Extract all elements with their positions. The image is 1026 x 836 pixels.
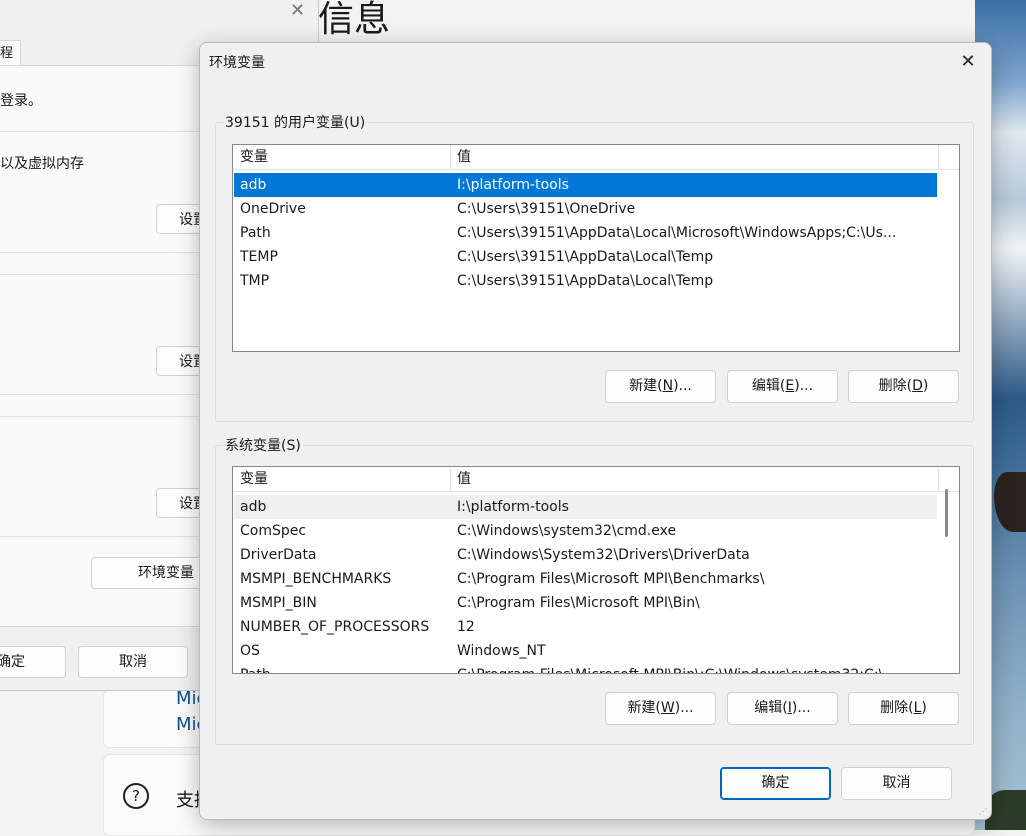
user-variables-label-key: (U) [344,115,366,131]
variable-value: Windows_NT [457,643,546,659]
title-bar[interactable]: 环境变量 ✕ [200,43,991,81]
btn-key: N [662,378,674,394]
variable-name: MSMPI_BENCHMARKS [240,571,392,587]
list-item[interactable]: MSMPI_BIN C:\Program Files\Microsoft MPI… [234,591,937,615]
btn-tail: )... [791,700,811,716]
list-item[interactable]: DriverData C:\Windows\System32\Drivers\D… [234,543,937,567]
system-variables-label-text: 系统变量 [225,438,281,454]
list-item[interactable]: MSMPI_BENCHMARKS C:\Program Files\Micros… [234,567,937,591]
btn-text: 编辑( [751,378,786,394]
close-icon[interactable]: ✕ [945,43,991,81]
login-note: 登录。 [0,93,42,109]
variable-value: C:\Users\39151\AppData\Local\Microsoft\W… [457,225,897,241]
user-variables-list[interactable]: 变量 值 adb I:\platform-tools OneDrive C:\U… [232,144,960,352]
performance-description: 以及虚拟内存 [0,156,84,172]
variable-name: adb [240,177,267,193]
btn-tail: ) [922,378,929,394]
list-item[interactable]: NUMBER_OF_PROCESSORS 12 [234,615,937,639]
list-item[interactable]: TEMP C:\Users\39151\AppData\Local\Temp [234,245,937,269]
system-variables-list[interactable]: 变量 值 adb I:\platform-tools ComSpec C:\Wi… [232,466,960,674]
scrollbar-thumb[interactable] [945,489,948,537]
btn-tail: )... [794,378,814,394]
variable-value: C:\Windows\System32\Drivers\DriverData [457,547,750,563]
btn-tail: )... [673,378,692,394]
perf-cancel-button[interactable]: 取消 [78,646,188,678]
column-header-value[interactable]: 值 [457,467,471,491]
tab-advanced[interactable]: 程 [0,40,21,68]
system-variables-label-key: (S) [281,438,301,454]
resize-grip-icon[interactable]: ⋰ [979,807,989,817]
variable-value: C:\Users\39151\OneDrive [457,201,636,217]
list-item[interactable]: TMP C:\Users\39151\AppData\Local\Temp [234,269,937,293]
list-item[interactable]: Path C:\Program Files\Microsoft MPI\Bin\… [234,663,937,673]
system-variables-label: 系统变量(S) [223,435,303,455]
column-divider[interactable] [450,467,451,491]
btn-tail: )... [674,700,694,716]
list-header: 变量 值 [233,145,959,170]
list-item[interactable]: OS Windows_NT [234,639,937,663]
list-item[interactable]: ComSpec C:\Windows\system32\cmd.exe [234,519,937,543]
variable-name: DriverData [240,547,317,563]
variable-name: OS [240,643,260,659]
variable-name: adb [240,499,267,515]
variable-value: C:\Users\39151\AppData\Local\Temp [457,249,714,265]
btn-text: 删除( [878,378,913,394]
system-edit-button[interactable]: 编辑(I)... [727,692,838,725]
variable-value: C:\Program Files\Microsoft MPI\Bin\ [457,595,700,611]
column-header-variable[interactable]: 变量 [240,467,268,491]
variable-name: TMP [240,273,270,289]
dialog-title: 环境变量 [209,55,265,71]
btn-tail: ) [921,700,927,716]
list-item[interactable]: Path C:\Users\39151\AppData\Local\Micros… [234,221,937,245]
list-header: 变量 值 [233,467,959,492]
variable-name: NUMBER_OF_PROCESSORS [240,619,430,635]
list-item[interactable]: OneDrive C:\Users\39151\OneDrive [234,197,937,221]
column-header-variable[interactable]: 变量 [240,145,268,169]
user-edit-button[interactable]: 编辑(E)... [727,370,838,403]
variable-name: MSMPI_BIN [240,595,317,611]
column-divider[interactable] [450,145,451,169]
column-header-value[interactable]: 值 [457,145,471,169]
variable-name: ComSpec [240,523,307,539]
btn-text: 新建( [627,700,661,716]
variable-value: C:\Program Files\Microsoft MPI\Bin\;C:\W… [457,663,933,673]
list-item[interactable]: adb I:\platform-tools [234,495,937,519]
list-item[interactable]: adb I:\platform-tools [234,173,937,197]
user-delete-button[interactable]: 删除(D) [848,370,959,403]
variable-name: Path [240,225,271,241]
variable-value: C:\Program Files\Microsoft MPI\Benchmark… [457,571,765,587]
system-new-button[interactable]: 新建(W)... [605,692,716,725]
variable-name: OneDrive [240,201,306,217]
btn-key: E [785,378,795,394]
column-divider[interactable] [938,467,939,491]
btn-text: 删除( [880,700,914,716]
help-icon: ? [123,783,149,809]
environment-variables-dialog: 环境变量 ✕ 39151 的用户变量(U) 变量 值 adb I:\platfo… [199,42,992,820]
variable-name: TEMP [240,249,278,265]
perf-ok-button[interactable]: 确定 [0,646,66,678]
user-variables-label: 39151 的用户变量(U) [223,112,368,132]
page-title: 信息 [318,0,391,40]
variable-value: I:\platform-tools [457,499,569,515]
btn-key: D [912,378,923,394]
variable-value: 12 [457,619,475,635]
btn-text: 编辑( [754,700,788,716]
btn-text: 新建( [629,378,663,394]
variable-name: Path [240,663,271,673]
cancel-button[interactable]: 取消 [841,767,952,800]
close-icon[interactable]: ✕ [290,0,305,21]
variable-value: I:\platform-tools [457,177,569,193]
environment-variables-button[interactable]: 环境变量 [91,557,207,589]
ok-button[interactable]: 确定 [720,767,831,800]
user-variables-label-text: 39151 的用户变量 [225,115,344,131]
variable-value: C:\Users\39151\AppData\Local\Temp [457,273,714,289]
system-delete-button[interactable]: 删除(L) [848,692,959,725]
user-new-button[interactable]: 新建(N)... [605,370,716,403]
variable-value: C:\Windows\system32\cmd.exe [457,523,677,539]
btn-key: W [660,700,675,716]
column-divider[interactable] [938,145,939,169]
